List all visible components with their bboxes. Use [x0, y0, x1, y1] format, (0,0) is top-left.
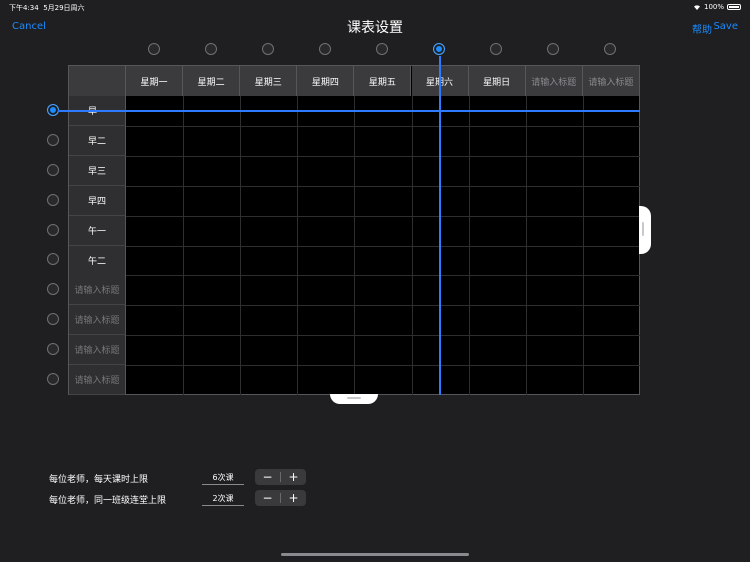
- row-select-radio[interactable]: [47, 163, 59, 176]
- status-bar: 下午4:34 5月29日周六 100%: [0, 0, 750, 14]
- selected-row-line: [58, 110, 640, 112]
- status-indicators: 100%: [693, 3, 741, 11]
- grid-line: [126, 185, 640, 187]
- column-select-radio[interactable]: [204, 43, 217, 55]
- decrement-button[interactable]: −: [255, 469, 280, 485]
- grid-line: [126, 275, 640, 277]
- battery-percent: 100%: [703, 3, 724, 11]
- grid-line: [126, 365, 640, 367]
- grid-line: [126, 305, 640, 307]
- setting-consecutive-limit: 每位老师，同一班级连堂上限 2次课 − +: [49, 490, 319, 506]
- consecutive-limit-stepper: − +: [255, 490, 306, 506]
- help-button[interactable]: 帮助: [692, 21, 712, 36]
- row-header[interactable]: 请输入标题: [69, 275, 126, 306]
- setting-label: 每位老师，每天课时上限: [49, 475, 149, 485]
- page-title: 课表设置: [347, 20, 403, 36]
- row-header[interactable]: 请输入标题: [69, 365, 126, 396]
- row-header[interactable]: 请输入标题: [69, 305, 126, 336]
- column-select-radio[interactable]: [604, 43, 617, 55]
- daily-limit-stepper: − +: [255, 469, 306, 485]
- setting-value: 2次课: [202, 493, 244, 506]
- row-header[interactable]: 早二: [69, 125, 126, 156]
- row-header[interactable]: 午二: [69, 245, 126, 276]
- row-header[interactable]: 早三: [69, 155, 126, 186]
- battery-icon: [727, 4, 741, 10]
- timetable-grid: 星期一星期二星期三星期四星期五星期六星期日请输入标题请输入标题早一早二早三早四午…: [68, 65, 640, 396]
- grid-line: [126, 155, 640, 157]
- column-header[interactable]: 星期三: [240, 66, 298, 96]
- column-select-radio[interactable]: [433, 43, 446, 55]
- column-select-radio[interactable]: [261, 43, 274, 55]
- row-select-radio[interactable]: [47, 373, 59, 386]
- row-header[interactable]: 请输入标题: [69, 335, 126, 366]
- grid-line: [126, 245, 640, 247]
- grid-line: [126, 335, 640, 337]
- navigation-bar: Cancel 课表设置 帮助 Save: [0, 14, 750, 40]
- status-time-date: 下午4:34 5月29日周六: [9, 3, 85, 13]
- row-select-radio[interactable]: [47, 283, 59, 296]
- row-select-radio[interactable]: [47, 313, 59, 326]
- setting-value: 6次课: [202, 472, 244, 485]
- row-header[interactable]: 早四: [69, 185, 126, 216]
- column-select-radio[interactable]: [375, 43, 388, 55]
- column-header[interactable]: 星期一: [126, 66, 184, 96]
- selected-column-line: [439, 56, 441, 395]
- increment-button[interactable]: +: [281, 469, 306, 485]
- save-button[interactable]: Save: [713, 21, 738, 32]
- column-header[interactable]: 请输入标题: [582, 66, 640, 96]
- status-time: 下午4:34: [9, 4, 39, 12]
- row-select-radio[interactable]: [47, 193, 59, 206]
- resize-handle-right[interactable]: [639, 206, 651, 254]
- corner-cell: [69, 66, 126, 96]
- column-select-radio[interactable]: [490, 43, 503, 55]
- column-header[interactable]: 星期二: [183, 66, 241, 96]
- column-header[interactable]: 星期四: [297, 66, 355, 96]
- column-header[interactable]: 星期五: [354, 66, 412, 96]
- row-select-radio[interactable]: [47, 133, 59, 146]
- increment-button[interactable]: +: [281, 490, 306, 506]
- wifi-icon: [693, 5, 700, 10]
- column-select-radio[interactable]: [547, 43, 560, 55]
- row-header[interactable]: 午一: [69, 215, 126, 246]
- grid-line: [126, 215, 640, 217]
- setting-label: 每位老师，同一班级连堂上限: [49, 496, 167, 506]
- grid-line: [126, 125, 640, 127]
- row-select-radio[interactable]: [47, 253, 59, 266]
- column-select-radio[interactable]: [147, 43, 160, 55]
- column-select-radio[interactable]: [318, 43, 331, 55]
- row-select-radio[interactable]: [47, 343, 59, 356]
- column-header[interactable]: 星期日: [468, 66, 526, 96]
- home-indicator: [281, 553, 469, 556]
- resize-handle-bottom[interactable]: [330, 394, 378, 404]
- column-header[interactable]: 请输入标题: [525, 66, 583, 96]
- status-date: 5月29日周六: [43, 4, 85, 12]
- row-select-radio[interactable]: [47, 223, 59, 236]
- setting-daily-limit: 每位老师，每天课时上限 6次课 − +: [49, 469, 319, 485]
- decrement-button[interactable]: −: [255, 490, 280, 506]
